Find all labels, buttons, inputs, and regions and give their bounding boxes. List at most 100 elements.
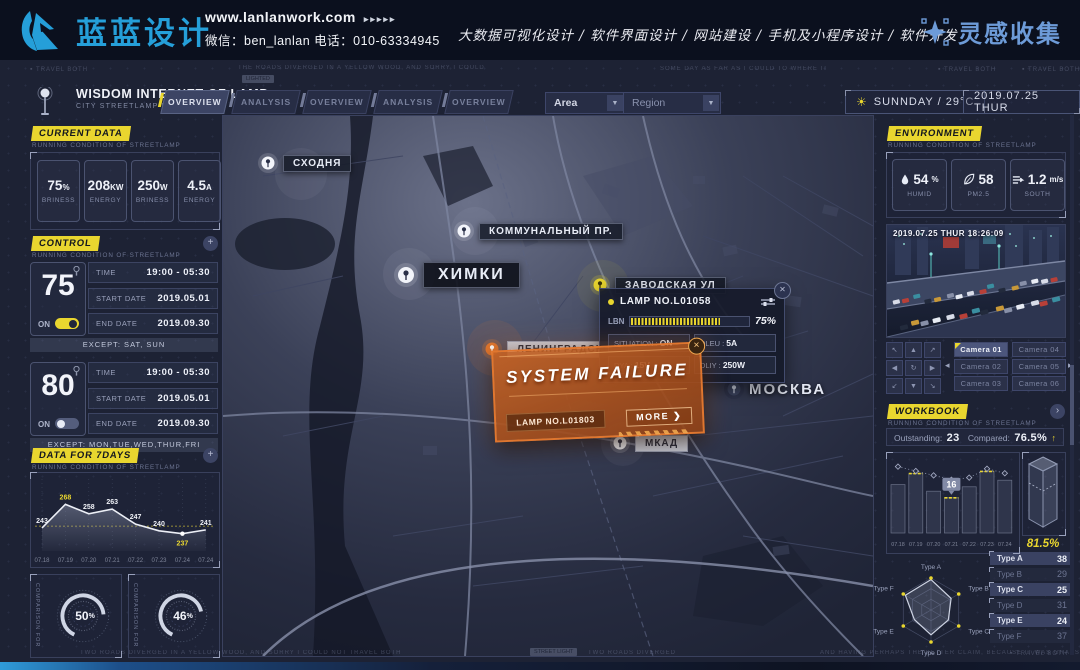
- humidity-card: 54% HUMID: [892, 159, 947, 211]
- radar-axis-label: Type F: [874, 586, 894, 593]
- schedule1-toggle[interactable]: [55, 318, 79, 329]
- data-label: 268: [60, 494, 72, 501]
- data-label: 243: [36, 518, 48, 525]
- pan-up-button[interactable]: ▲: [905, 342, 922, 358]
- bar-tooltip: 16: [946, 479, 956, 489]
- week-chart-panel: 24326825826324724023724107.1807.1907.200…: [30, 472, 220, 568]
- brightness-level-box: 80 ON: [30, 362, 86, 436]
- time-row[interactable]: TIME19:00 - 05:30: [88, 262, 218, 283]
- map-scrollbar[interactable]: [1070, 115, 1074, 655]
- deco-text: ▪ TRAVEL BOTH: [938, 66, 996, 73]
- control-add-button[interactable]: +: [203, 236, 218, 251]
- week-data-subtitle: RUNNING CONDITION OF STREETLAMP: [32, 464, 181, 471]
- week-add-button[interactable]: +: [203, 448, 218, 463]
- website-url[interactable]: www.lanlanwork.com: [205, 9, 356, 25]
- camera-04-button[interactable]: Camera 04: [1012, 342, 1066, 357]
- alert-lamp-id: LAMP NO.L01803: [506, 410, 605, 432]
- area-select[interactable]: Area▼: [545, 92, 625, 114]
- workbook-more-button[interactable]: ›: [1050, 404, 1065, 419]
- sun-icon: ☀: [856, 95, 868, 109]
- cube-gauge: [1023, 453, 1063, 533]
- alert-more-button[interactable]: MORE ❯: [626, 406, 693, 426]
- schedule-block-1: 75 ON TIME19:00 - 05:30 START DATE2019.0…: [30, 262, 218, 354]
- type-c-row[interactable]: Type C25: [990, 583, 1074, 596]
- start-date-row[interactable]: START DATE2019.05.01: [88, 288, 218, 309]
- schedule2-toggle[interactable]: [55, 418, 79, 429]
- x-tick-label: 07.21: [945, 542, 959, 548]
- map-pin-skhodnya[interactable]: СХОДНЯ: [257, 152, 351, 174]
- lbn-progress-bar[interactable]: [629, 316, 750, 327]
- pan-down-left-button[interactable]: ↙: [886, 378, 903, 394]
- comparison-gauge-1: COMPARISON FOR 50%: [30, 574, 122, 658]
- map-pin-khimki[interactable]: ХИМКИ: [393, 262, 520, 288]
- pan-up-left-button[interactable]: ↖: [886, 342, 903, 358]
- radar-axis-label: Type A: [921, 564, 942, 571]
- pan-up-right-button[interactable]: ↗: [924, 342, 941, 358]
- type-a-row[interactable]: Type A38: [990, 552, 1074, 565]
- lanlan-logo-icon: [20, 9, 68, 53]
- end-date-row[interactable]: END DATE2019.09.30: [88, 413, 218, 434]
- end-date-row[interactable]: END DATE2019.09.30: [88, 313, 218, 334]
- pan-right-button[interactable]: ▶: [924, 360, 941, 376]
- pan-down-button[interactable]: ▼: [905, 378, 922, 394]
- x-tick-label: 07.18: [34, 558, 50, 564]
- camera-02-button[interactable]: Camera 02: [954, 359, 1008, 374]
- tab-overview-2[interactable]: OVERVIEW: [302, 90, 372, 114]
- tab-overview-3[interactable]: OVERVIEW: [444, 90, 514, 114]
- camera-list-prev[interactable]: ◂: [945, 360, 950, 371]
- brand-logo[interactable]: 蓝蓝设计: [20, 8, 212, 53]
- sliders-icon[interactable]: [760, 297, 776, 307]
- camera-05-button[interactable]: Camera 05: [1012, 359, 1066, 374]
- brightness-value: 75: [31, 269, 85, 303]
- environment-panel: 54% HUMID 58 PM2.5 1.2m/s SOU: [886, 152, 1066, 218]
- inspiration-collect[interactable]: 灵感收集: [920, 14, 1062, 49]
- radar-axis-label: Type B: [968, 586, 989, 593]
- cube-percent: 81.5%: [1020, 538, 1066, 550]
- deco-text: TWO ROADS DIVERGED: [588, 650, 676, 656]
- arrows-deco: ▸▸▸▸▸: [364, 14, 397, 24]
- stat-energy-a: 4.5A ENERGY: [178, 160, 221, 222]
- camera-06-button[interactable]: Camera 06: [1012, 376, 1066, 391]
- map-pin-kommunalny[interactable]: КОММУНАЛЬНЫЙ ПР.: [453, 220, 623, 242]
- stat-briness: 75% BRINESS: [37, 160, 80, 222]
- promo-banner: 蓝蓝设计 www.lanlanwork.com▸▸▸▸▸ 微信：ben_lanl…: [0, 0, 1080, 60]
- tab-analysis-1[interactable]: ANALYSIS: [231, 90, 301, 114]
- start-date-row[interactable]: START DATE2019.05.01: [88, 388, 218, 409]
- pan-left-button[interactable]: ◀: [886, 360, 903, 376]
- workbook-title: WORKBOOK: [887, 404, 968, 419]
- dashboard: ▪ TRAVEL BOTH THE ROADS DIVERGED IN A YE…: [0, 60, 1080, 670]
- camera-01-button[interactable]: Camera 01: [954, 342, 1008, 357]
- camera-view[interactable]: 2019.07.25 THUR 18:26:09: [886, 224, 1066, 338]
- environment-subtitle: RUNNING CONDITION OF STREETLAMP: [888, 142, 1037, 149]
- streetlamp-icon: [34, 87, 56, 117]
- traffic-scene: [887, 225, 1065, 337]
- environment-title: ENVIRONMENT: [887, 126, 982, 141]
- website-line: www.lanlanwork.com ▸▸▸▸▸: [205, 9, 440, 25]
- pan-down-right-button[interactable]: ↘: [924, 378, 941, 394]
- type-e-row[interactable]: Type E24: [990, 614, 1074, 627]
- wind-icon: [1012, 174, 1025, 185]
- bottom-accent-bar: [0, 662, 1080, 670]
- popup-close-button[interactable]: ✕: [774, 282, 791, 299]
- data-label: 258: [83, 504, 95, 511]
- deco-chip: LIGHTED: [242, 75, 274, 83]
- main-tabs: OVERVIEW ANALYSIS OVERVIEW ANALYSIS OVER…: [163, 90, 511, 114]
- region-select[interactable]: Region▼: [623, 92, 721, 114]
- camera-03-button[interactable]: Camera 03: [954, 376, 1008, 391]
- comparison-gauge-2: COMPARISON FOR 46%: [128, 574, 220, 658]
- time-row[interactable]: TIME19:00 - 05:30: [88, 362, 218, 383]
- type-d-row[interactable]: Type D31: [990, 599, 1074, 612]
- reset-view-button[interactable]: ↻: [905, 360, 922, 376]
- type-b-row[interactable]: Type B29: [990, 568, 1074, 581]
- type-f-row[interactable]: Type F37: [990, 630, 1074, 643]
- tab-overview-1[interactable]: OVERVIEW: [160, 90, 230, 114]
- deco-text: TWO ROADS DIVERGED IN A YELLOW WOOD, AND…: [80, 650, 402, 656]
- lbn-progress-row: LBN 75%: [608, 315, 776, 327]
- stat-briness-w: 250W BRINESS: [131, 160, 174, 222]
- wind-card: 1.2m/s SOUTH: [1010, 159, 1065, 211]
- brand-name: 蓝蓝设计: [76, 8, 212, 53]
- schedule-block-2: 80 ON TIME19:00 - 05:30 START DATE2019.0…: [30, 362, 218, 454]
- tab-analysis-2[interactable]: ANALYSIS: [373, 90, 443, 114]
- x-tick-label: 07.23: [151, 558, 167, 564]
- city-map[interactable]: СХОДНЯ КОММУНАЛЬНЫЙ ПР. ХИМКИ ЗАВОДСКАЯ …: [222, 115, 874, 657]
